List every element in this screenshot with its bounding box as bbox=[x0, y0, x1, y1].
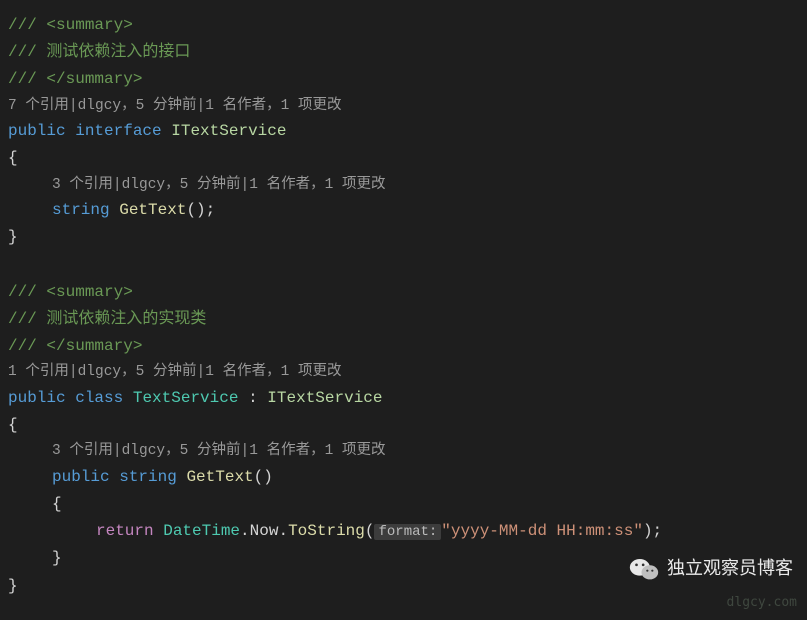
open-brace: { bbox=[8, 491, 799, 518]
footer-url: dlgcy.com bbox=[727, 592, 797, 614]
blank-line bbox=[8, 252, 799, 279]
codelens-class[interactable]: 1 个引用|dlgcy，5 分钟前|1 名作者，1 项更改 bbox=[8, 360, 799, 385]
open-brace: { bbox=[8, 145, 799, 172]
close-brace: } bbox=[8, 224, 799, 251]
interface-declaration: public interface ITextService bbox=[8, 118, 799, 145]
xml-doc-summary-close: /// </summary> bbox=[8, 66, 799, 93]
xml-doc-summary-open: /// <summary> bbox=[8, 12, 799, 39]
xml-doc-summary-open: /// <summary> bbox=[8, 279, 799, 306]
xml-doc-comment: /// 测试依赖注入的实现类 bbox=[8, 306, 799, 333]
class-method-signature: public string GetText() bbox=[8, 464, 799, 491]
parameter-hint: format: bbox=[374, 524, 441, 540]
codelens-interface[interactable]: 7 个引用|dlgcy，5 分钟前|1 名作者，1 项更改 bbox=[8, 94, 799, 119]
return-statement: return DateTime.Now.ToString(format:"yyy… bbox=[8, 518, 799, 545]
code-editor[interactable]: /// <summary> /// 测试依赖注入的接口 /// </summar… bbox=[8, 12, 799, 600]
codelens-class-method[interactable]: 3 个引用|dlgcy，5 分钟前|1 名作者，1 项更改 bbox=[8, 439, 799, 464]
xml-doc-summary-close: /// </summary> bbox=[8, 333, 799, 360]
class-declaration: public class TextService : ITextService bbox=[8, 385, 799, 412]
open-brace: { bbox=[8, 412, 799, 439]
wechat-icon bbox=[629, 556, 659, 582]
watermark-text: 独立观察员博客 bbox=[667, 553, 793, 584]
watermark: 独立观察员博客 bbox=[629, 553, 793, 584]
interface-method: string GetText(); bbox=[8, 197, 799, 224]
xml-doc-comment: /// 测试依赖注入的接口 bbox=[8, 39, 799, 66]
codelens-interface-method[interactable]: 3 个引用|dlgcy，5 分钟前|1 名作者，1 项更改 bbox=[8, 173, 799, 198]
